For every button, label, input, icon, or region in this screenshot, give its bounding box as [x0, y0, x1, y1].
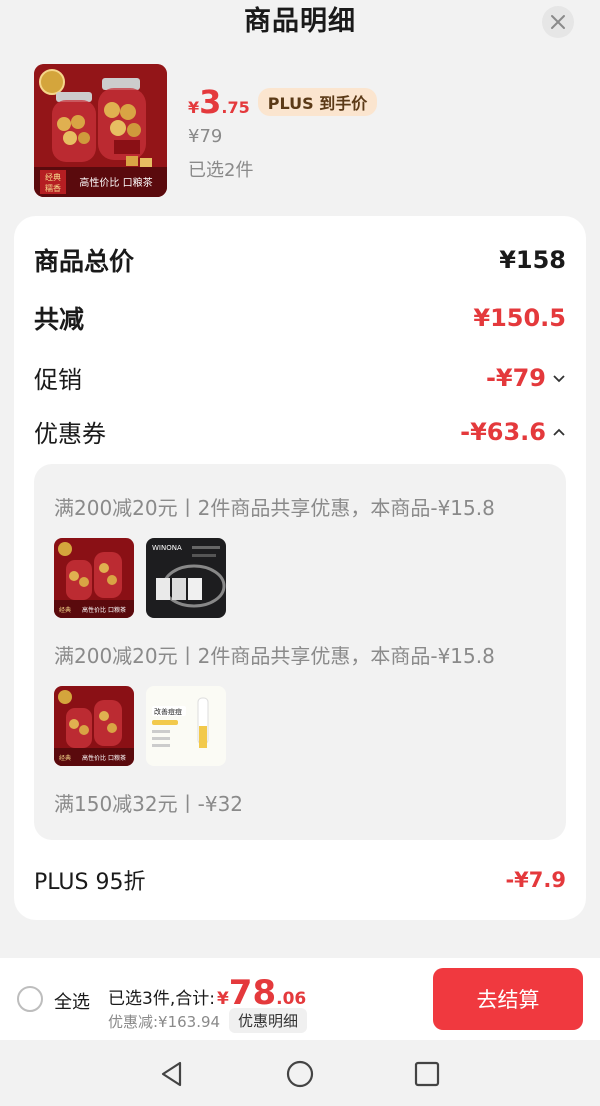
recents-nav-button[interactable]	[411, 1058, 443, 1090]
svg-text:高性价比 口粮茶: 高性价比 口粮茶	[82, 606, 126, 614]
checkout-bar: 全选 已选3件,合计: ¥ 78 .06 优惠减:¥163.94 优惠明细 去结…	[0, 958, 600, 1040]
total-reduction-label: 共减	[34, 305, 85, 334]
selected-count: 已选2件	[188, 160, 254, 181]
page-title: 商品明细	[244, 6, 356, 37]
home-circle-icon	[286, 1060, 314, 1088]
select-all-checkbox[interactable]	[17, 986, 43, 1012]
price-currency: ¥	[188, 98, 200, 117]
discount-detail-button[interactable]: 优惠明细	[229, 1008, 308, 1033]
discount-amount: 优惠减:¥163.94	[108, 1013, 221, 1031]
sheet-header: 商品明细	[0, 0, 600, 44]
price-decimal: .75	[221, 98, 250, 117]
order-total-decimal: .06	[276, 989, 307, 1009]
total-price-label: 商品总价	[34, 247, 135, 276]
coupon-value: -¥63.6	[460, 417, 546, 446]
original-price: ¥79	[188, 126, 223, 147]
product-brand: WINONA	[152, 544, 182, 552]
chevron-down-icon[interactable]	[552, 371, 566, 385]
checkout-button[interactable]: 去结算	[433, 968, 583, 1030]
recents-square-icon	[414, 1061, 440, 1087]
plus-discount-label: PLUS 95折	[34, 870, 146, 895]
order-total-currency: ¥	[216, 989, 229, 1009]
plus-discount-row: PLUS 95折 -¥7.9	[34, 864, 566, 896]
promotion-label: 促销	[34, 366, 82, 394]
close-button[interactable]	[542, 6, 574, 38]
back-nav-button[interactable]	[156, 1058, 188, 1090]
coupon-product-thumb[interactable]: 经典 高性价比 口粮茶	[54, 538, 134, 618]
coupon-product-thumb[interactable]: 改善痘痘	[146, 686, 226, 766]
total-price-row: 商品总价 ¥158	[34, 242, 566, 278]
coupon-detail-text: 满150减32元丨-¥32	[54, 792, 244, 816]
plus-price: ¥ 3 .75 PLUS 到手价	[188, 83, 378, 121]
product-summary: 经典 糯香 高性价比 口粮茶 ¥ 3 .75 PLUS 到手价 ¥79 已选2件	[34, 64, 574, 200]
coupon-details: 满200减20元丨2件商品共享优惠，本商品-¥15.8 经典 高性价比 口粮茶 …	[34, 464, 566, 840]
back-triangle-icon	[161, 1061, 182, 1087]
coupon-product-thumb[interactable]: WINONA	[146, 538, 226, 618]
coupon-row[interactable]: 优惠券 -¥63.6	[34, 414, 566, 449]
svg-text:经典: 经典	[45, 172, 61, 182]
total-reduction-row: 共减 ¥150.5	[34, 300, 566, 336]
promotion-value: -¥79	[485, 363, 546, 392]
price-integer: 3	[199, 83, 222, 121]
promotion-row[interactable]: 促销 -¥79	[34, 360, 566, 395]
total-reduction-value: ¥150.5	[473, 304, 566, 332]
coupon-label: 优惠券	[34, 420, 106, 448]
plus-discount-value: -¥7.9	[505, 868, 566, 892]
svg-text:经典: 经典	[59, 606, 71, 614]
promotion-value-wrap: -¥79	[486, 364, 566, 392]
coupon-value-wrap: -¥63.6	[460, 418, 566, 446]
system-nav-bar	[0, 1040, 600, 1106]
product-label: 改善痘痘	[154, 707, 182, 716]
order-total-integer: 78	[228, 973, 277, 1013]
home-nav-button[interactable]	[284, 1058, 316, 1090]
svg-text:高性价比 口粮茶: 高性价比 口粮茶	[82, 754, 126, 762]
svg-text:高性价比 口粮茶: 高性价比 口粮茶	[79, 176, 152, 189]
product-image[interactable]: 经典 糯香 高性价比 口粮茶	[34, 64, 167, 197]
price-breakdown-card: 商品总价 ¥158 共减 ¥150.5 促销 -¥79 优惠券 -¥63.6 满…	[14, 216, 586, 920]
svg-text:经典: 经典	[59, 754, 71, 762]
coupon-detail-text: 满200减20元丨2件商品共享优惠，本商品-¥15.8	[54, 644, 495, 668]
chevron-up-icon[interactable]	[552, 425, 566, 439]
coupon-product-thumb[interactable]: 经典 高性价比 口粮茶	[54, 686, 134, 766]
close-icon	[551, 15, 565, 29]
select-all-label[interactable]: 全选	[54, 988, 90, 1014]
order-total: 已选3件,合计: ¥ 78 .06	[108, 973, 307, 1013]
order-total-prefix: 已选3件,合计:	[108, 989, 215, 1009]
svg-text:糯香: 糯香	[45, 183, 61, 193]
total-price-value: ¥158	[499, 246, 566, 274]
plus-price-badge: PLUS 到手价	[257, 88, 378, 116]
coupon-detail-text: 满200减20元丨2件商品共享优惠，本商品-¥15.8	[54, 496, 495, 520]
